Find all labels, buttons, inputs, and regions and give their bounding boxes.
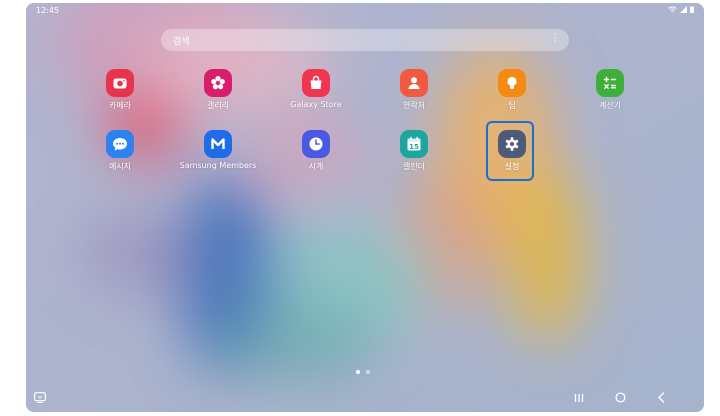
search-placeholder: 검색 <box>173 37 190 47</box>
lightbulb-icon <box>498 69 526 97</box>
app-label: Galaxy Store <box>290 100 342 109</box>
search-bar[interactable]: 검색 ⋮ <box>161 29 569 51</box>
app-galaxy-store[interactable]: Galaxy Store <box>271 69 361 109</box>
settings-highlight-box <box>486 121 534 181</box>
screen-assistant-icon[interactable] <box>34 392 46 406</box>
battery-icon <box>690 6 694 13</box>
status-time: 12:45 <box>36 6 60 15</box>
app-calculator[interactable]: 계산기 <box>565 69 655 111</box>
back-button[interactable] <box>657 392 666 406</box>
members-m-icon <box>204 130 232 158</box>
app-label: Samsung Members <box>179 161 257 170</box>
contact-person-icon <box>400 69 428 97</box>
app-label: 카메라 <box>108 101 132 110</box>
message-bubble-icon <box>106 130 134 158</box>
app-label: 계산기 <box>598 101 622 110</box>
calendar-date: 15 <box>409 143 419 151</box>
app-label: 갤러리 <box>206 101 230 110</box>
app-camera[interactable]: 카메라 <box>75 69 165 111</box>
tablet-screen: 12:45 검색 ⋮ 카메라 갤러리 Galaxy Store 연락처 팁 계산… <box>26 3 704 412</box>
app-label: 캘린더 <box>402 162 426 171</box>
page-dot-active <box>356 370 360 374</box>
app-clock[interactable]: 시계 <box>271 130 361 172</box>
app-messages[interactable]: 메시지 <box>75 130 165 172</box>
home-button[interactable] <box>615 392 626 406</box>
page-dot <box>366 370 370 374</box>
status-bar: 12:45 <box>26 3 704 19</box>
app-gallery[interactable]: 갤러리 <box>173 69 263 111</box>
app-label: 연락처 <box>402 101 426 110</box>
system-icons <box>668 6 694 13</box>
gallery-flower-icon <box>204 69 232 97</box>
recent-apps-button[interactable] <box>574 392 584 406</box>
camera-icon <box>106 69 134 97</box>
wallpaper <box>26 3 704 412</box>
signal-icon <box>680 6 687 13</box>
app-tips[interactable]: 팁 <box>467 69 557 111</box>
clock-icon <box>302 130 330 158</box>
app-label: 시계 <box>308 162 324 171</box>
app-samsung-members[interactable]: Samsung Members <box>173 130 263 170</box>
shopping-bag-icon <box>302 69 330 97</box>
app-calendar[interactable]: 15 캘린더 <box>369 130 459 172</box>
app-label: 메시지 <box>108 162 132 171</box>
wifi-icon <box>668 6 677 12</box>
app-label: 팁 <box>508 101 516 110</box>
app-contacts[interactable]: 연락처 <box>369 69 459 111</box>
more-options-icon[interactable]: ⋮ <box>550 33 560 44</box>
calendar-icon: 15 <box>400 130 428 158</box>
calculator-icon <box>596 69 624 97</box>
navigation-bar <box>26 386 704 412</box>
page-indicator[interactable] <box>356 370 370 374</box>
